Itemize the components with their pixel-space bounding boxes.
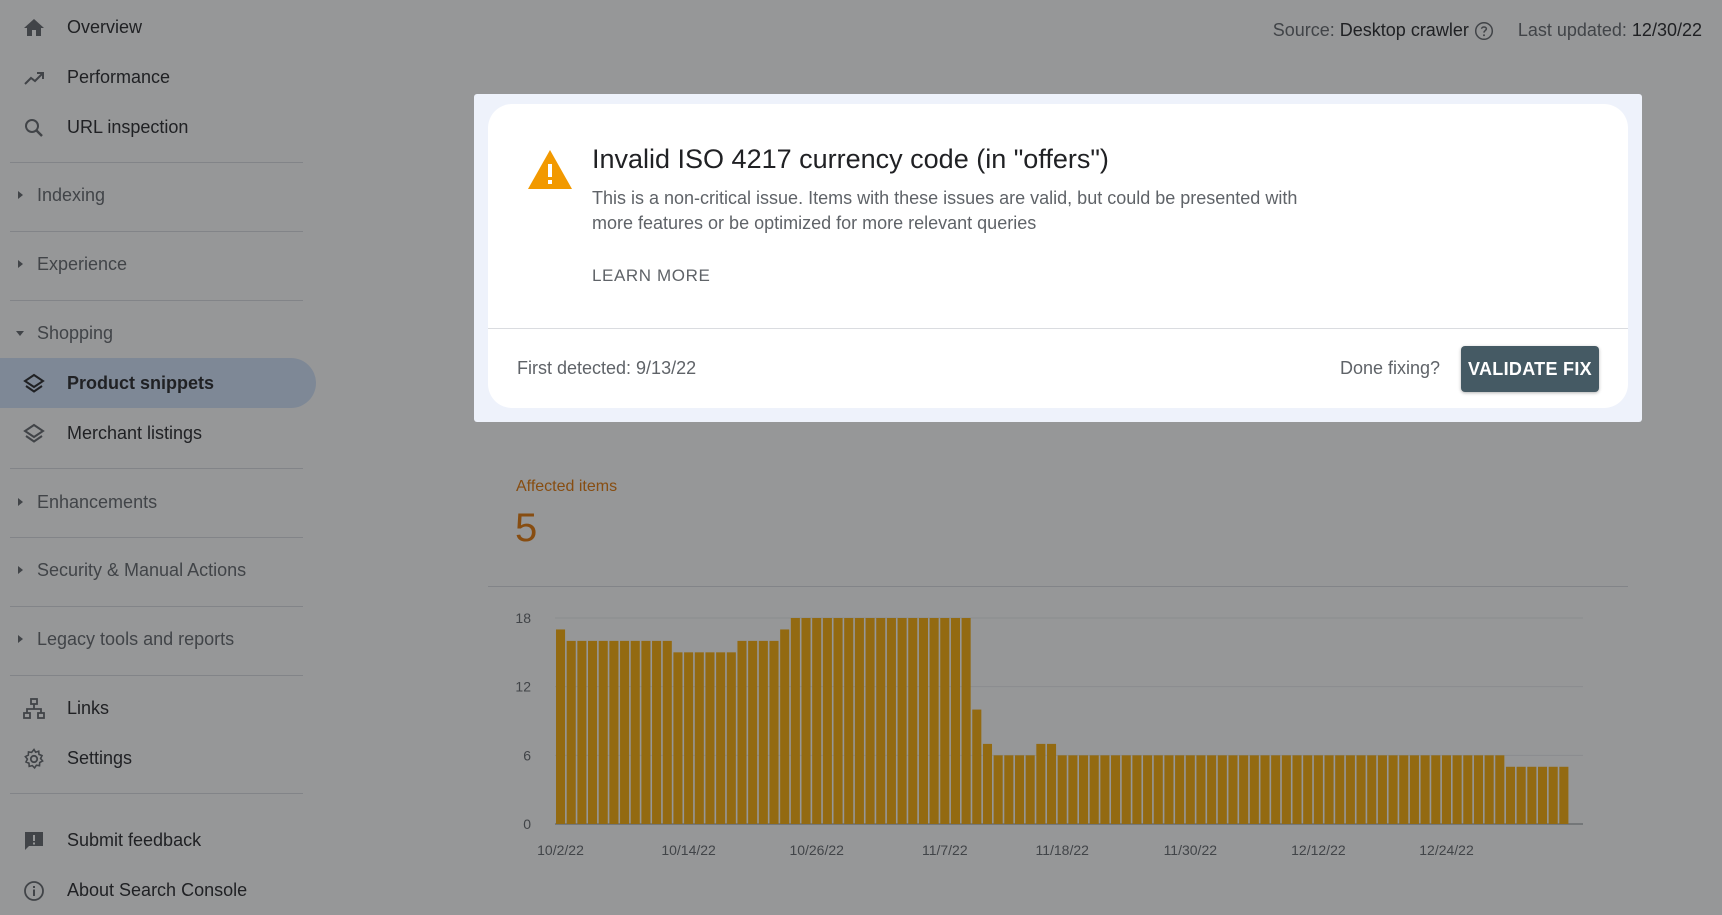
dialog-divider <box>488 328 1628 329</box>
warning-icon <box>526 148 574 192</box>
issue-description: This is a non-critical issue. Items with… <box>592 188 1298 233</box>
validate-fix-button[interactable]: VALIDATE FIX <box>1461 346 1599 392</box>
issue-dialog: Invalid ISO 4217 currency code (in "offe… <box>488 104 1628 408</box>
first-detected-text: First detected: 9/13/22 <box>517 358 697 378</box>
learn-more-link[interactable]: LEARN MORE <box>592 266 710 286</box>
issue-title: Invalid ISO 4217 currency code (in "offe… <box>592 144 1109 174</box>
issue-dialog-frame: Invalid ISO 4217 currency code (in "offe… <box>474 94 1642 422</box>
done-fixing-text: Done fixing? <box>1340 358 1441 378</box>
